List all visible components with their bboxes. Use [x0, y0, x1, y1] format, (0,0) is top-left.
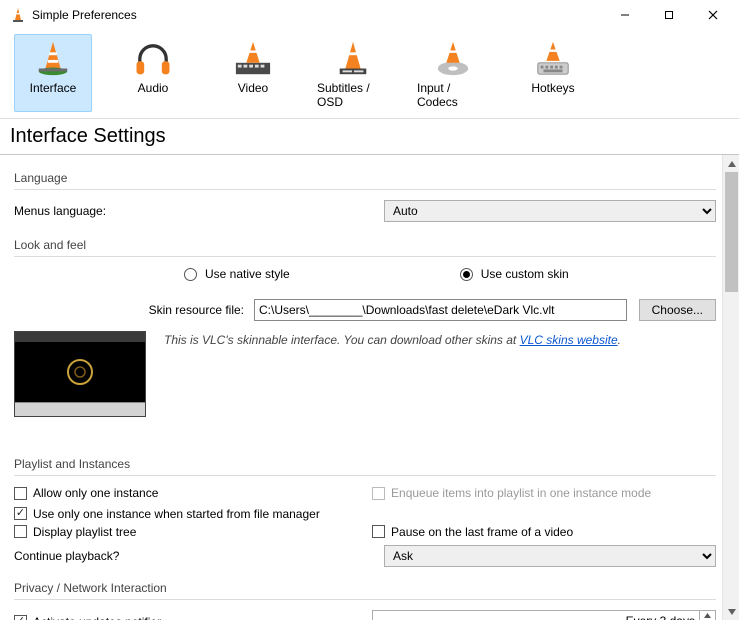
skin-file-label: Skin resource file:	[14, 303, 254, 317]
divider	[14, 189, 716, 190]
tab-label: Interface	[30, 81, 77, 95]
choose-button[interactable]: Choose...	[639, 299, 716, 321]
updates-frequency-value: Every 3 days	[373, 611, 699, 620]
cone-icon	[31, 39, 75, 79]
tab-codecs[interactable]: Input / Codecs	[414, 34, 492, 112]
check-fm-instance[interactable]: Use only one instance when started from …	[14, 507, 320, 521]
minimize-button[interactable]	[603, 0, 647, 30]
tab-label: Hotkeys	[531, 81, 574, 95]
updates-stepper[interactable]	[699, 611, 715, 620]
headphones-icon	[131, 39, 175, 79]
checkbox-icon	[372, 525, 385, 538]
scroll-down-icon	[723, 603, 739, 620]
tab-label: Video	[238, 81, 268, 95]
checkbox-icon	[372, 487, 385, 500]
check-label: Enqueue items into playlist in one insta…	[391, 486, 651, 500]
menus-language-label: Menus language:	[14, 204, 384, 218]
scrollbar-thumb[interactable]	[725, 172, 738, 292]
checkbox-icon	[14, 525, 27, 538]
skin-preview-image	[14, 331, 146, 417]
note-pre: This is VLC's skinnable interface. You c…	[164, 333, 520, 347]
check-label: Pause on the last frame of a video	[391, 525, 573, 539]
tab-audio[interactable]: Audio	[114, 34, 192, 112]
check-label: Allow only one instance	[33, 486, 158, 500]
page-title: Interface Settings	[0, 119, 739, 155]
checkbox-icon	[14, 487, 27, 500]
radio-label: Use native style	[205, 267, 290, 281]
check-label: Activate updates notifier	[33, 615, 161, 620]
app-icon	[10, 7, 26, 23]
check-updates[interactable]: Activate updates notifier	[14, 615, 161, 620]
check-enqueue: Enqueue items into playlist in one insta…	[372, 486, 651, 500]
tab-label: Input / Codecs	[417, 81, 489, 109]
note-post: .	[618, 333, 621, 347]
skin-file-input[interactable]	[254, 299, 627, 321]
cone-subtitles-icon	[331, 39, 375, 79]
maximize-button[interactable]	[647, 0, 691, 30]
radio-icon	[460, 268, 473, 281]
check-one-instance[interactable]: Allow only one instance	[14, 486, 158, 500]
close-button[interactable]	[691, 0, 735, 30]
cone-disc-icon	[431, 39, 475, 79]
divider	[14, 475, 716, 476]
scroll-up-icon	[723, 155, 739, 172]
tab-video[interactable]: Video	[214, 34, 292, 112]
radio-custom-skin[interactable]: Use custom skin	[460, 267, 569, 281]
menus-language-select[interactable]: Auto	[384, 200, 716, 222]
checkbox-icon	[14, 507, 27, 520]
tab-label: Audio	[138, 81, 169, 95]
cone-keyboard-icon	[531, 39, 575, 79]
check-label: Use only one instance when started from …	[33, 507, 320, 521]
tab-label: Subtitles / OSD	[317, 81, 389, 109]
group-privacy: Privacy / Network Interaction	[14, 581, 716, 595]
divider	[14, 256, 716, 257]
tab-interface[interactable]: Interface	[14, 34, 92, 112]
check-pause-last[interactable]: Pause on the last frame of a video	[372, 525, 573, 539]
group-language: Language	[14, 171, 716, 185]
radio-label: Use custom skin	[481, 267, 569, 281]
continue-label: Continue playback?	[14, 549, 384, 563]
check-label: Display playlist tree	[33, 525, 136, 539]
chevron-up-icon	[700, 611, 715, 620]
group-playlist: Playlist and Instances	[14, 457, 716, 471]
checkbox-icon	[14, 615, 27, 620]
category-toolbar: Interface Audio Video Subtitles / OSD In…	[0, 30, 739, 119]
radio-native-style[interactable]: Use native style	[184, 267, 290, 281]
settings-scroll-content: Language Menus language: Auto Look and f…	[0, 155, 722, 620]
continue-select[interactable]: Ask	[384, 545, 716, 567]
skin-note: This is VLC's skinnable interface. You c…	[164, 331, 716, 417]
cone-film-icon	[231, 39, 275, 79]
title-bar: Simple Preferences	[0, 0, 739, 30]
skins-website-link[interactable]: VLC skins website	[520, 333, 618, 347]
tab-subtitles[interactable]: Subtitles / OSD	[314, 34, 392, 112]
window-title: Simple Preferences	[32, 8, 137, 22]
radio-icon	[184, 268, 197, 281]
group-look: Look and feel	[14, 238, 716, 252]
divider	[14, 599, 716, 600]
check-playlist-tree[interactable]: Display playlist tree	[14, 525, 136, 539]
vertical-scrollbar[interactable]	[722, 155, 739, 620]
tab-hotkeys[interactable]: Hotkeys	[514, 34, 592, 112]
